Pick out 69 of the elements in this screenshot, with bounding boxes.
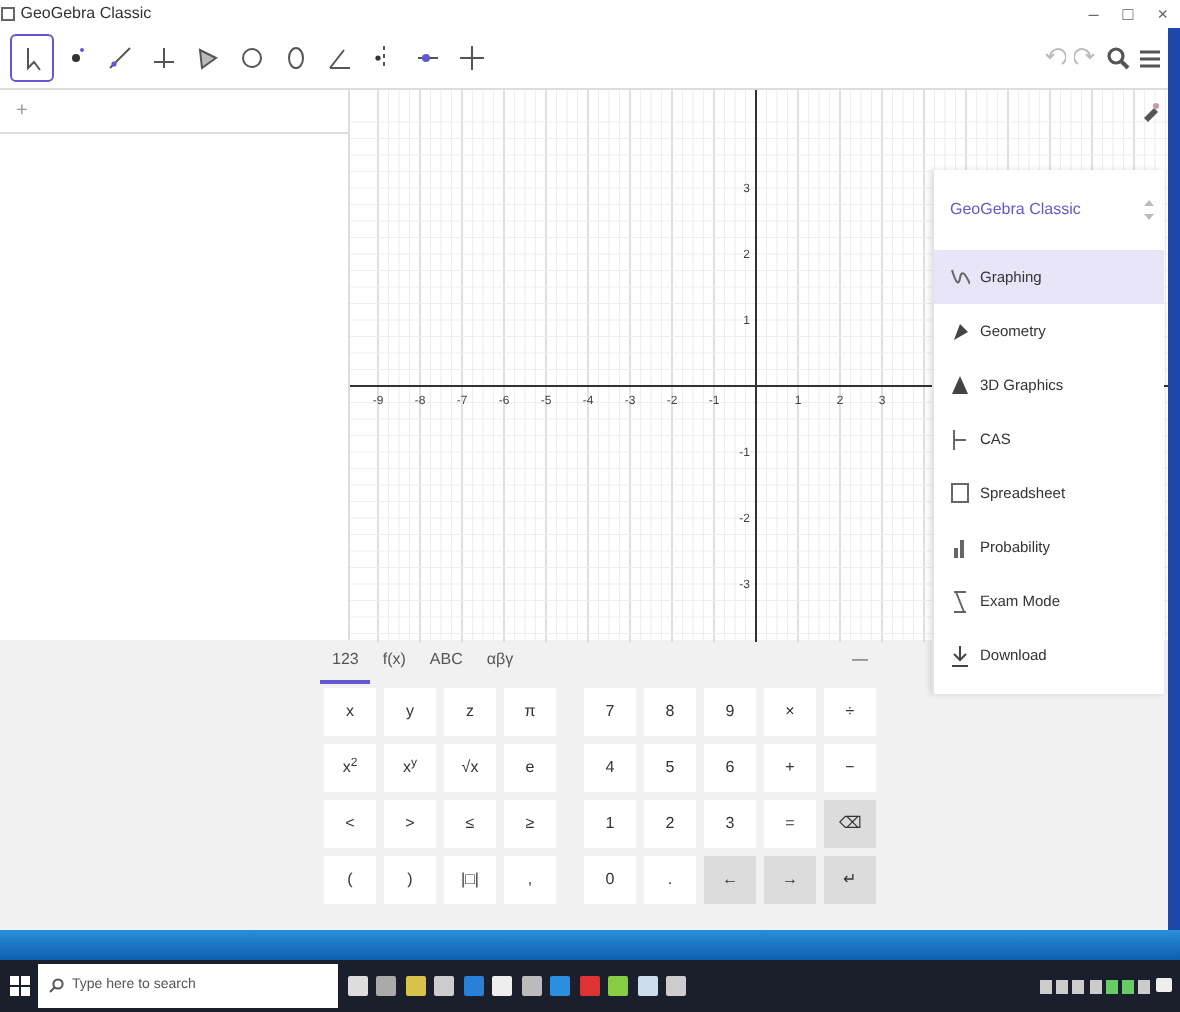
start-icon[interactable] bbox=[9, 976, 29, 996]
keyboard-key[interactable]: , bbox=[504, 856, 556, 904]
tool-button[interactable] bbox=[9, 34, 53, 82]
keyboard-key[interactable]: × bbox=[764, 688, 816, 736]
keyboard-key[interactable]: . bbox=[644, 856, 696, 904]
menu-icon[interactable] bbox=[1138, 47, 1162, 69]
spreadsheet-icon bbox=[950, 481, 970, 505]
keyboard-key[interactable]: |□| bbox=[444, 856, 496, 904]
probability-icon bbox=[950, 535, 970, 559]
keyboard-key[interactable]: = bbox=[764, 800, 816, 848]
keyboard-key[interactable]: ≥ bbox=[504, 800, 556, 848]
graphing-icon bbox=[950, 265, 970, 289]
keyboard-key[interactable]: 8 bbox=[644, 688, 696, 736]
close-keyboard-button[interactable]: — bbox=[840, 640, 880, 684]
keyboard-key[interactable]: ÷ bbox=[824, 688, 876, 736]
keyboard-key[interactable]: 6 bbox=[704, 744, 756, 792]
keyboard-key[interactable]: 2 bbox=[644, 800, 696, 848]
keyboard-key[interactable]: 9 bbox=[704, 688, 756, 736]
move-view-icon bbox=[457, 44, 485, 72]
notification-icon[interactable] bbox=[1155, 978, 1171, 994]
exam-icon bbox=[950, 589, 970, 613]
keyboard-key[interactable]: π bbox=[504, 688, 556, 736]
keyboard-key[interactable]: − bbox=[824, 744, 876, 792]
keyboard-key[interactable]: ↵ bbox=[824, 856, 876, 904]
close-button[interactable]: × bbox=[1145, 0, 1180, 28]
keyboard-key[interactable]: > bbox=[384, 800, 436, 848]
style-bar-icon[interactable] bbox=[1140, 102, 1160, 122]
keyboard-tab[interactable]: f(x) bbox=[370, 640, 418, 684]
keyboard-key[interactable]: x bbox=[324, 688, 376, 736]
add-mark: + bbox=[16, 98, 28, 126]
keyboard-key[interactable]: 1 bbox=[584, 800, 636, 848]
download-icon bbox=[950, 643, 970, 667]
keyboard-key[interactable]: 5 bbox=[644, 744, 696, 792]
keyboard-key[interactable]: ⌫ bbox=[824, 800, 876, 848]
minimize-button[interactable]: – bbox=[1076, 0, 1111, 28]
keyboard-key[interactable]: + bbox=[764, 744, 816, 792]
3d-graphics-icon bbox=[950, 373, 970, 397]
maximize-button[interactable]: □ bbox=[1110, 0, 1146, 28]
geometry-icon bbox=[950, 319, 970, 343]
search-icon bbox=[48, 978, 64, 994]
keyboard-key[interactable]: 4 bbox=[584, 744, 636, 792]
keyboard-key[interactable]: ( bbox=[324, 856, 376, 904]
keyboard-key[interactable]: 3 bbox=[704, 800, 756, 848]
search-icon[interactable] bbox=[1105, 46, 1129, 70]
perpendicular-icon bbox=[149, 44, 177, 72]
keyboard-tab[interactable]: 123 bbox=[320, 640, 371, 684]
keyboard-key[interactable]: y bbox=[384, 688, 436, 736]
line-icon bbox=[105, 44, 133, 72]
menu-title: GeoGebra Classic bbox=[948, 198, 1081, 222]
cas-icon bbox=[950, 427, 970, 451]
angle-icon bbox=[325, 44, 353, 72]
keyboard-tab[interactable]: ABC bbox=[417, 640, 475, 684]
window-title: GeoGebra Classic bbox=[20, 2, 152, 26]
keyboard-key[interactable]: e bbox=[504, 744, 556, 792]
keyboard-key[interactable]: x$^{2}$ bbox=[324, 744, 376, 792]
circle-icon bbox=[237, 44, 265, 72]
keyboard-key[interactable]: → bbox=[764, 856, 816, 904]
keyboard-key[interactable]: < bbox=[324, 800, 376, 848]
keyboard-key[interactable]: √x bbox=[444, 744, 496, 792]
keyboard-key[interactable]: x$^{y}$ bbox=[384, 744, 436, 792]
keyboard-key[interactable]: ) bbox=[384, 856, 436, 904]
keyboard-tab[interactable]: αβγ bbox=[474, 640, 526, 684]
app-icon bbox=[0, 6, 16, 22]
keyboard-key[interactable]: ≤ bbox=[444, 800, 496, 848]
keyboard-key[interactable]: 0 bbox=[584, 856, 636, 904]
polygon-icon bbox=[193, 44, 221, 72]
keyboard-key[interactable]: 7 bbox=[584, 688, 636, 736]
keyboard-key[interactable]: z bbox=[444, 688, 496, 736]
keyboard-key[interactable]: ← bbox=[704, 856, 756, 904]
